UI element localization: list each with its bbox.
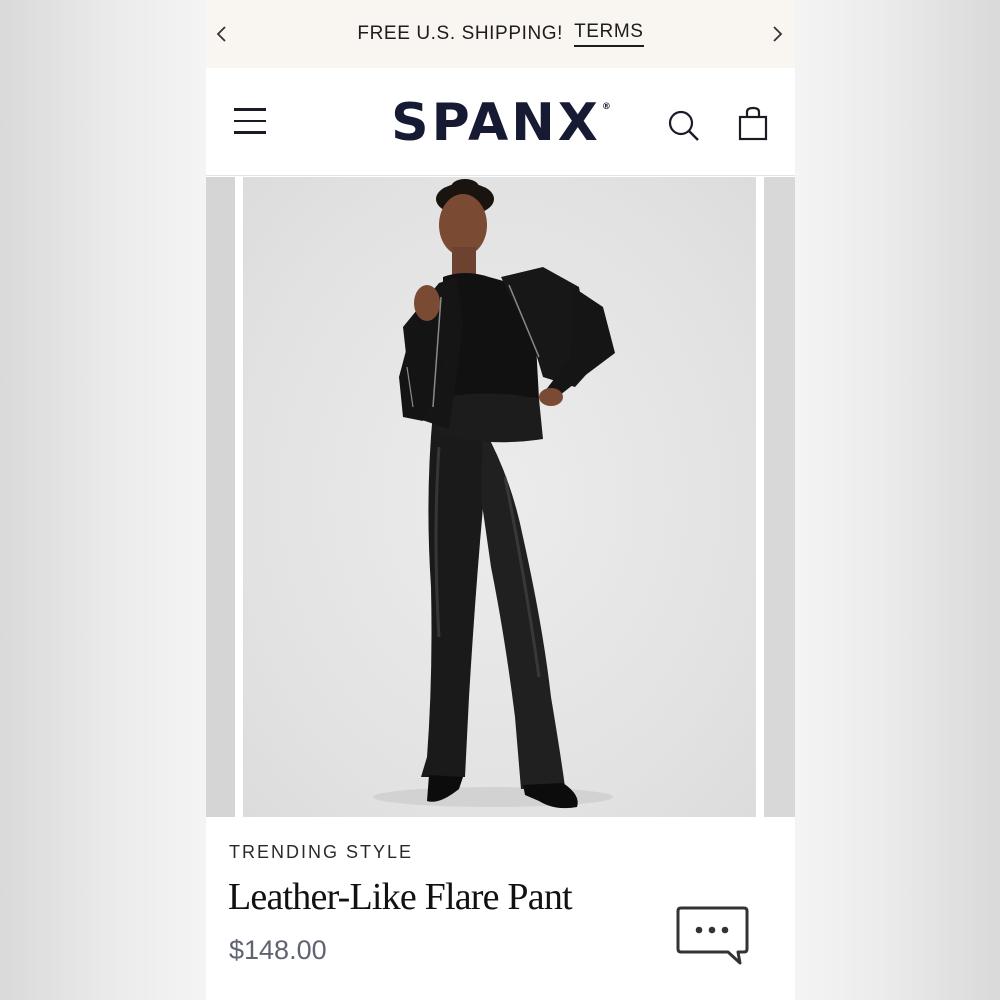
promo-message: FREE U.S. SHIPPING! TERMS: [357, 21, 644, 47]
site-header: SPANX ®: [206, 68, 795, 176]
search-icon[interactable]: [666, 108, 702, 144]
mobile-page: FREE U.S. SHIPPING! TERMS SPANX ® TRENDI…: [206, 0, 795, 1000]
terms-link[interactable]: TERMS: [574, 21, 644, 47]
product-eyebrow: TRENDING STYLE: [229, 842, 414, 862]
shopping-bag-icon[interactable]: [737, 106, 771, 142]
promo-text: FREE U.S. SHIPPING!: [357, 23, 564, 44]
product-info: TRENDING STYLE Leather-Like Flare Pant $…: [206, 817, 795, 1000]
previous-slide-preview[interactable]: [206, 177, 235, 817]
product-title[interactable]: Leather-Like Flare Pant: [228, 875, 573, 919]
product-price: $148.00: [229, 935, 327, 965]
brand-logo[interactable]: SPANX ®: [376, 88, 626, 158]
next-slide-preview[interactable]: [764, 177, 795, 817]
chevron-right-icon[interactable]: [769, 26, 785, 42]
chevron-left-icon[interactable]: [214, 26, 230, 42]
promo-bar: FREE U.S. SHIPPING! TERMS: [206, 0, 795, 68]
brand-wordmark: SPANX: [391, 93, 601, 153]
product-image[interactable]: [243, 177, 756, 817]
product-image-carousel[interactable]: [206, 177, 795, 817]
registered-mark: ®: [601, 102, 611, 112]
chat-bubble-icon[interactable]: [676, 905, 750, 967]
hamburger-menu-icon[interactable]: [234, 108, 266, 134]
